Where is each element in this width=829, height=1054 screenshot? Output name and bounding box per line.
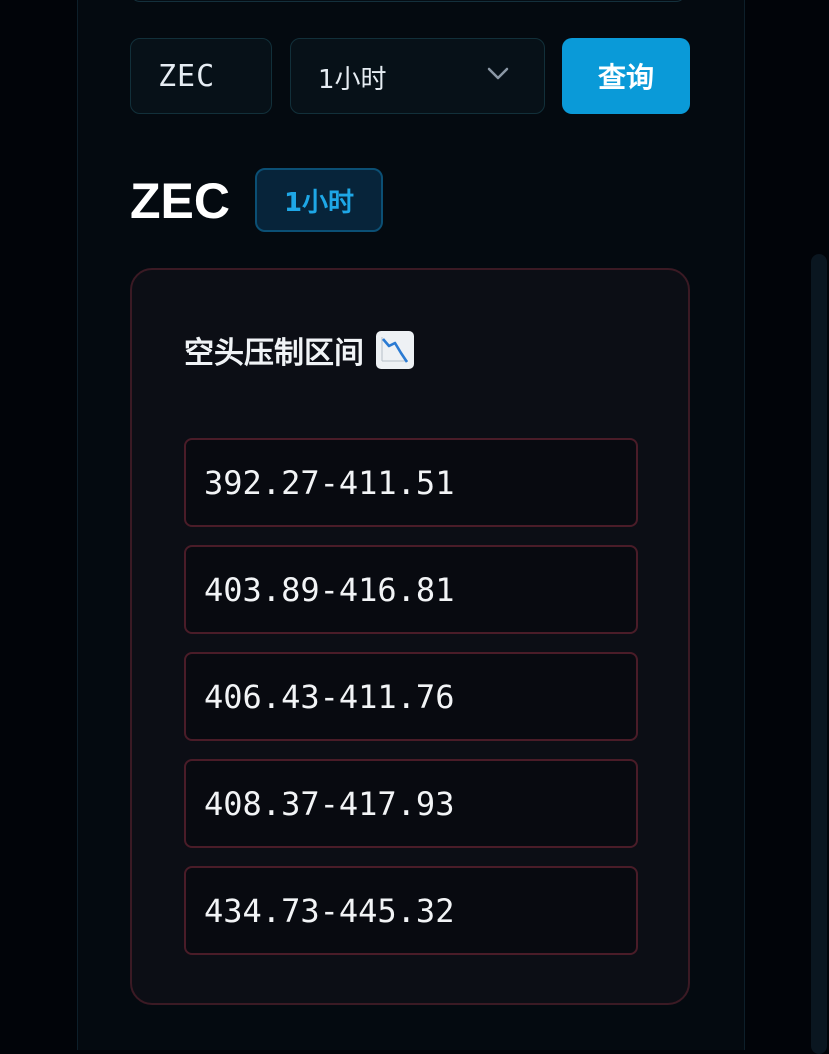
range-item: 403.89-416.81 <box>184 545 638 634</box>
interval-select[interactable]: 1小时 <box>290 38 545 114</box>
scrollbar[interactable] <box>811 254 827 1054</box>
card-title-text: 空头压制区间 <box>184 336 364 371</box>
query-button[interactable]: 查询 <box>562 38 690 114</box>
card-title: 空头压制区间 <box>184 328 414 372</box>
range-item: 434.73-445.32 <box>184 866 638 955</box>
chevron-down-icon <box>487 67 509 80</box>
top-input-edge <box>130 0 686 2</box>
interval-badge: 1小时 <box>255 168 383 232</box>
range-item: 392.27-411.51 <box>184 438 638 527</box>
chart-decreasing-icon <box>376 331 414 369</box>
range-item: 406.43-411.76 <box>184 652 638 741</box>
range-item: 408.37-417.93 <box>184 759 638 848</box>
symbol-title: ZEC <box>130 173 230 229</box>
range-list: 392.27-411.51 403.89-416.81 406.43-411.7… <box>184 438 638 973</box>
short-pressure-card: 空头压制区间 392.27-411.51 403.89-416.81 406.4… <box>130 268 690 1005</box>
symbol-input[interactable] <box>130 38 272 114</box>
interval-select-value: 1小时 <box>318 65 387 95</box>
